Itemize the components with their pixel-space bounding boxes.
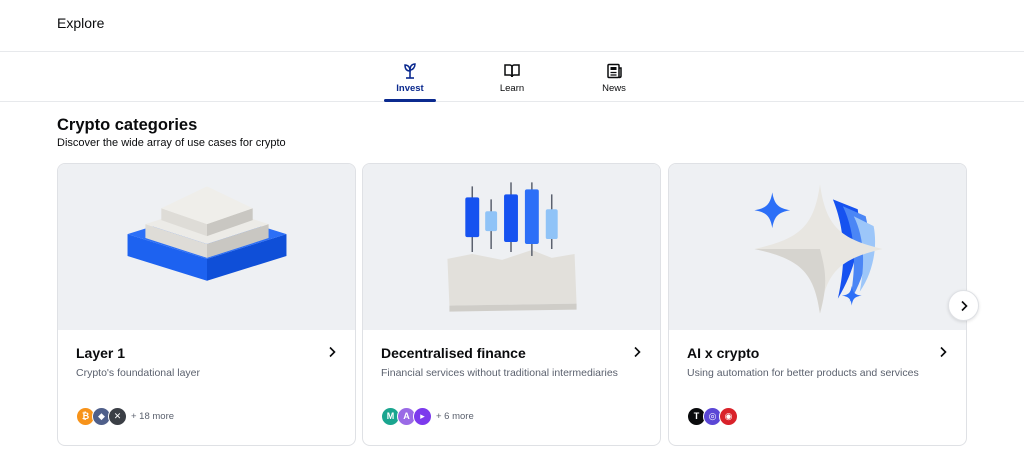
tab-news[interactable]: News <box>584 62 644 102</box>
tab-invest[interactable]: Invest <box>380 62 440 102</box>
newspaper-icon <box>607 63 622 79</box>
xrp-icon: ✕ <box>108 407 127 426</box>
category-card-ai-crypto[interactable]: AI x crypto Using automation for better … <box>668 163 967 446</box>
section-subtitle: Discover the wide array of use cases for… <box>57 137 286 149</box>
card-description: Crypto's foundational layer <box>76 367 200 379</box>
category-card-defi[interactable]: Decentralised finance Financial services… <box>362 163 661 446</box>
sprout-icon <box>404 63 416 79</box>
tab-invest-label: Invest <box>396 83 424 94</box>
more-coins-count: + 6 more <box>436 411 474 422</box>
card-title: Decentralised finance <box>381 345 526 361</box>
card-title: Layer 1 <box>76 345 126 361</box>
card-description: Financial services without traditional i… <box>381 367 618 379</box>
top-bar: Explore <box>0 0 1024 52</box>
tab-news-label: News <box>602 83 626 94</box>
chevron-right-icon <box>961 300 968 312</box>
page-title: Explore <box>57 15 105 31</box>
more-coins-count: + 18 more <box>131 411 175 422</box>
ai-crypto-illustration <box>669 164 966 330</box>
layer-1-illustration <box>58 164 355 330</box>
tab-learn-label: Learn <box>499 83 525 94</box>
card-title: AI x crypto <box>687 345 760 361</box>
candlestick-chart-icon <box>447 182 577 312</box>
defi-illustration <box>363 164 660 330</box>
render-icon: ◉ <box>719 407 738 426</box>
category-card-layer-1[interactable]: Layer 1 Crypto's foundational layer ₿ ◆ … <box>57 163 356 446</box>
defi-token-icon: ▸ <box>413 407 432 426</box>
section-title: Crypto categories <box>57 116 198 134</box>
chevron-right-icon[interactable] <box>630 345 644 359</box>
card-description: Using automation for better products and… <box>687 367 919 379</box>
carousel-next-button[interactable] <box>948 290 979 321</box>
active-tab-indicator <box>384 99 436 102</box>
sparkle-icon <box>754 184 883 314</box>
tab-learn[interactable]: Learn <box>482 62 542 102</box>
book-icon <box>504 64 520 78</box>
tab-bar: Invest Learn News <box>0 52 1024 102</box>
stacked-layers-icon <box>127 186 287 281</box>
chevron-right-icon[interactable] <box>325 345 339 359</box>
chevron-right-icon[interactable] <box>936 345 950 359</box>
